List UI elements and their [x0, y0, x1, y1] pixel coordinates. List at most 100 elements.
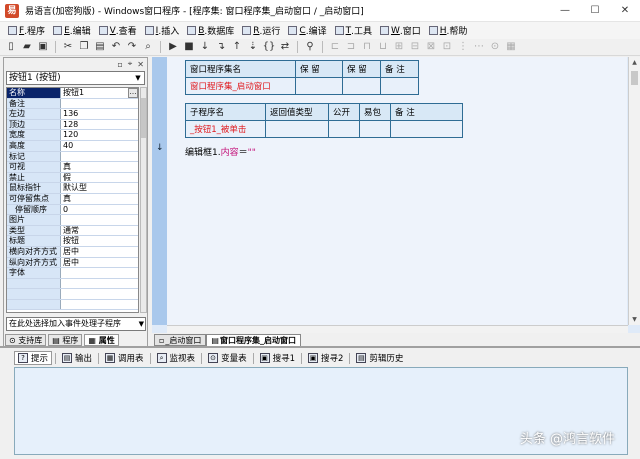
find-icon[interactable]: ⌕ — [141, 40, 155, 54]
bottom-tab-7[interactable]: ▤ 剪辑历史 — [353, 351, 406, 365]
property-row[interactable]: 宽度 120 — [7, 130, 138, 141]
align-top-icon[interactable]: ⊔ — [376, 40, 390, 54]
align-center-icon[interactable]: ⊐ — [344, 40, 358, 54]
align-left-icon[interactable]: ⊏ — [328, 40, 342, 54]
bottom-tab-4[interactable]: ⊙ 变量表 — [205, 351, 250, 365]
property-value[interactable]: 假 — [61, 173, 138, 183]
menu-i[interactable]: I .插入 — [141, 24, 184, 37]
property-value[interactable]: 按钮 — [61, 236, 138, 246]
run-to-cursor-icon[interactable]: ⇣ — [246, 40, 260, 54]
property-value[interactable] — [61, 279, 138, 289]
bottom-tab-3[interactable]: ⌕ 监视表 — [154, 351, 199, 365]
property-row[interactable]: 可停留焦点真 — [7, 193, 138, 205]
menu-t[interactable]: T .工具 — [331, 24, 376, 37]
vspace-icon[interactable]: ⋯ — [472, 40, 486, 54]
property-value[interactable]: 通常 — [61, 226, 138, 236]
remark-cell[interactable] — [380, 77, 419, 95]
redo-icon[interactable]: ↷ — [125, 40, 139, 54]
property-value[interactable]: 0 — [61, 205, 138, 215]
property-row[interactable]: 顶边 128 — [7, 119, 138, 131]
hspace-icon[interactable]: ⋮ — [456, 40, 470, 54]
property-row[interactable]: 字体 — [7, 268, 138, 279]
property-value[interactable] — [61, 268, 138, 278]
stop-icon[interactable]: ■ — [182, 40, 196, 54]
open-icon[interactable]: ▰ — [20, 40, 34, 54]
bottom-tab-0[interactable]: ? 提示 — [14, 351, 53, 365]
property-value[interactable]: 居中 — [61, 258, 138, 268]
return-type-cell[interactable] — [265, 120, 329, 138]
step-over-icon[interactable]: ↴ — [214, 40, 228, 54]
property-row[interactable]: 可视真 — [7, 162, 138, 173]
property-row[interactable]: 类型 通常 — [7, 225, 138, 237]
property-value[interactable]: 120 — [61, 130, 138, 140]
breakpoint-icon[interactable]: {} — [262, 40, 276, 54]
copy-icon[interactable]: ❐ — [77, 40, 91, 54]
menu-h[interactable]: H .帮助 — [425, 24, 472, 37]
left-tab-2[interactable]: ▦ 属性 — [84, 334, 119, 346]
save-icon[interactable]: ▣ — [36, 40, 50, 54]
property-row[interactable]: 标记 — [7, 151, 138, 163]
new-icon[interactable]: ▯ — [4, 40, 18, 54]
pin-icon[interactable]: ⌖ — [128, 59, 133, 69]
property-value[interactable]: 按钮1… — [61, 88, 138, 98]
menu-b[interactable]: B .数据库 — [183, 24, 238, 37]
left-tab-0[interactable]: ⊙ 支持库 — [5, 334, 47, 346]
property-row[interactable]: 标题 按钮 — [7, 236, 138, 247]
align-bottom-icon[interactable]: ⊞ — [392, 40, 406, 54]
menu-e[interactable]: E .编辑 — [49, 24, 95, 37]
property-row[interactable]: 图片 — [7, 215, 138, 226]
close-button[interactable]: ✕ — [610, 0, 640, 22]
undo-icon[interactable]: ↶ — [109, 40, 123, 54]
object-selector[interactable]: 按钮1 (按钮) ▼ — [6, 71, 145, 85]
property-value[interactable]: 真 — [61, 162, 138, 172]
toggle-icon[interactable]: ⇄ — [278, 40, 292, 54]
property-row[interactable]: 纵向对齐方式 居中 — [7, 257, 138, 269]
property-value[interactable]: 40 — [61, 141, 138, 151]
property-value[interactable] — [61, 99, 138, 109]
scroll-up-icon[interactable]: ▲ — [629, 57, 640, 68]
sub-remark-cell[interactable] — [390, 120, 463, 138]
event-selector[interactable]: 在此处选择加入事件处理子程序 ▼ — [6, 317, 146, 331]
editor-tab-1[interactable]: ▤窗口程序集_启动窗口 — [206, 334, 301, 346]
cut-icon[interactable]: ✂ — [61, 40, 75, 54]
menu-w[interactable]: W .窗口 — [376, 24, 425, 37]
align-right-icon[interactable]: ⊓ — [360, 40, 374, 54]
property-value[interactable] — [61, 152, 138, 162]
bottom-tab-6[interactable]: ▣ 搜寻2 — [305, 351, 346, 365]
property-row[interactable]: 停留顺序 0 — [7, 204, 138, 216]
property-value[interactable]: 136 — [61, 109, 138, 119]
reserved-cell-2[interactable] — [342, 77, 381, 95]
code-area[interactable]: 窗口程序集名 保 留 保 留 备 注 窗口程序集_启动窗口 子程序名 返回值类型… — [167, 57, 627, 325]
property-value[interactable] — [61, 300, 138, 310]
property-scrollbar[interactable] — [140, 87, 147, 313]
same-size-icon[interactable]: ⊡ — [440, 40, 454, 54]
menu-f[interactable]: F .程序 — [4, 24, 49, 37]
epackage-cell[interactable] — [359, 120, 391, 138]
property-row[interactable] — [7, 289, 138, 300]
step-in-icon[interactable]: ↓ — [198, 40, 212, 54]
sub-name-cell[interactable]: _按钮1_被单击 — [185, 120, 266, 138]
property-value[interactable]: 居中 — [61, 247, 138, 257]
restore-icon[interactable]: ▫ — [117, 60, 122, 69]
bottom-tab-5[interactable]: ▣ 搜寻1 — [257, 351, 298, 365]
editor-horizontal-scrollbar[interactable] — [167, 325, 628, 333]
maximize-button[interactable]: ☐ — [580, 0, 610, 22]
property-value[interactable]: 默认型 — [61, 183, 138, 193]
public-cell[interactable] — [328, 120, 360, 138]
property-row[interactable]: 鼠标指针 默认型 — [7, 183, 138, 194]
property-row[interactable] — [7, 278, 138, 290]
editor-tab-0[interactable]: ▫_启动窗口 — [154, 334, 207, 346]
grid-icon[interactable]: ▦ — [504, 40, 518, 54]
assembly-name-cell[interactable]: 窗口程序集_启动窗口 — [185, 77, 296, 95]
bottom-tab-2[interactable]: ▦ 调用表 — [102, 351, 147, 365]
editor-vertical-scrollbar[interactable]: ▲ ▼ — [628, 57, 640, 325]
scroll-down-icon[interactable]: ▼ — [629, 314, 640, 325]
ellipsis-button[interactable]: … — [128, 88, 138, 98]
bottom-tab-1[interactable]: ▤ 输出 — [59, 351, 95, 365]
property-row[interactable]: 名称 按钮1… — [7, 88, 138, 99]
property-value[interactable] — [61, 289, 138, 299]
property-value[interactable]: 128 — [61, 120, 138, 130]
menu-r[interactable]: R .运行 — [238, 24, 284, 37]
binoculars-icon[interactable]: ⚲ — [303, 40, 317, 54]
same-width-icon[interactable]: ⊟ — [408, 40, 422, 54]
